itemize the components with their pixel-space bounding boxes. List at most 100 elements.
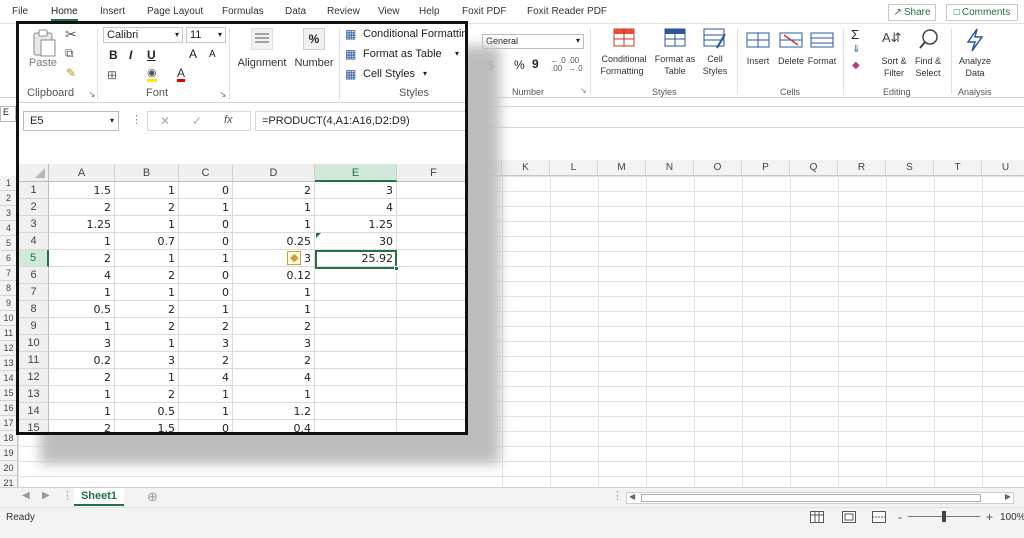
cell-b11[interactable]: 3: [115, 352, 179, 369]
number-button[interactable]: % Number: [291, 26, 337, 86]
format-painter-icon[interactable]: ✎: [66, 66, 76, 80]
menu-home[interactable]: Home: [51, 6, 78, 21]
comma-style-button[interactable]: 9: [532, 57, 539, 71]
zoom-in-button[interactable]: +: [986, 510, 993, 524]
cell-b5[interactable]: 1: [115, 250, 179, 267]
row-header-9[interactable]: 9: [19, 318, 49, 335]
cell-a4[interactable]: 1: [49, 233, 115, 250]
column-header[interactable]: Q: [790, 160, 838, 176]
increase-decimal-icon[interactable]: ←.0.00: [551, 57, 566, 73]
menu-review[interactable]: Review: [327, 6, 360, 17]
cell-b8[interactable]: 2: [115, 301, 179, 318]
normal-view-icon[interactable]: [810, 511, 824, 523]
menu-insert[interactable]: Insert: [100, 6, 125, 17]
cell-b7[interactable]: 1: [115, 284, 179, 301]
zoom-out-button[interactable]: -: [898, 510, 902, 524]
cell-b12[interactable]: 1: [115, 369, 179, 386]
menu-help[interactable]: Help: [419, 6, 440, 17]
scroll-left-icon[interactable]: ◀: [629, 492, 635, 501]
row-header-5[interactable]: 5: [19, 250, 49, 267]
column-header-e[interactable]: E: [315, 164, 397, 182]
percent-style-button[interactable]: %: [514, 58, 525, 72]
cell-d7[interactable]: 1: [233, 284, 315, 301]
cell-c5[interactable]: 1: [179, 250, 233, 267]
page-layout-view-icon[interactable]: [842, 511, 856, 523]
cell-a2[interactable]: 2: [49, 199, 115, 216]
cell-e2[interactable]: 4: [315, 199, 397, 216]
cell-d14[interactable]: 1.2: [233, 403, 315, 420]
conditional-formatting-button[interactable]: Conditional Formatting: [596, 26, 650, 86]
column-header[interactable]: P: [742, 160, 790, 176]
column-header-c[interactable]: C: [179, 164, 233, 182]
cell-f10[interactable]: [397, 335, 465, 352]
copy-icon[interactable]: ⧉: [65, 46, 74, 61]
cell-f6[interactable]: [397, 267, 465, 284]
column-header[interactable]: K: [502, 160, 550, 176]
cell-e1[interactable]: 3: [315, 182, 397, 199]
cell-d10[interactable]: 3: [233, 335, 315, 352]
borders-icon[interactable]: ⊞: [107, 68, 117, 82]
share-button[interactable]: ↗ Share: [888, 4, 936, 21]
cell-a3[interactable]: 1.25: [49, 216, 115, 233]
cell-c4[interactable]: 0: [179, 233, 233, 250]
row-header-11[interactable]: 11: [19, 352, 49, 369]
menu-foxit-reader-pdf[interactable]: Foxit Reader PDF: [527, 6, 607, 17]
fill-color-icon[interactable]: ◉: [147, 67, 157, 82]
cell-d1[interactable]: 2: [233, 182, 315, 199]
insert-cells-button[interactable]: Insert: [742, 26, 774, 86]
menu-view[interactable]: View: [378, 6, 400, 17]
insert-function-icon[interactable]: fx: [224, 114, 233, 126]
cell-e9[interactable]: [315, 318, 397, 335]
cell-d9[interactable]: 2: [233, 318, 315, 335]
cell-b15[interactable]: 1.5: [115, 420, 179, 432]
column-header[interactable]: L: [550, 160, 598, 176]
error-check-button[interactable]: ◆: [287, 251, 301, 265]
row-header-12[interactable]: 12: [19, 369, 49, 386]
cell-b2[interactable]: 2: [115, 199, 179, 216]
cell-a9[interactable]: 1: [49, 318, 115, 335]
cell-e6[interactable]: [315, 267, 397, 284]
cell-f9[interactable]: [397, 318, 465, 335]
bold-button[interactable]: B: [109, 48, 118, 62]
italic-button[interactable]: I: [129, 48, 132, 62]
paste-icon[interactable]: [31, 28, 57, 58]
clear-icon[interactable]: ◆: [852, 60, 860, 71]
cell-f1[interactable]: [397, 182, 465, 199]
cell-e4[interactable]: 30: [315, 233, 397, 250]
cell-f5[interactable]: [397, 250, 465, 267]
cell-e13[interactable]: [315, 386, 397, 403]
row-header-13[interactable]: 13: [19, 386, 49, 403]
cell-c14[interactable]: 1: [179, 403, 233, 420]
menu-foxit-pdf[interactable]: Foxit PDF: [462, 6, 506, 17]
column-header-f[interactable]: F: [397, 164, 465, 182]
row-header[interactable]: 20: [0, 461, 18, 476]
cell-f4[interactable]: [397, 233, 465, 250]
column-header-d[interactable]: D: [233, 164, 315, 182]
cell-d12[interactable]: 4: [233, 369, 315, 386]
cell-c9[interactable]: 2: [179, 318, 233, 335]
cell-c12[interactable]: 4: [179, 369, 233, 386]
comments-button[interactable]: □ Comments: [946, 4, 1018, 21]
column-header[interactable]: N: [646, 160, 694, 176]
cell-d13[interactable]: 1: [233, 386, 315, 403]
select-all-button[interactable]: [19, 164, 49, 182]
row-header-14[interactable]: 14: [19, 403, 49, 420]
paste-button[interactable]: Paste: [25, 58, 61, 69]
cell-c2[interactable]: 1: [179, 199, 233, 216]
cell-d5[interactable]: 3: [233, 250, 315, 267]
enter-icon[interactable]: ✓: [192, 114, 202, 128]
dialog-launcher-icon[interactable]: ↘: [580, 86, 587, 95]
cell-e15[interactable]: [315, 420, 397, 432]
cell-a5[interactable]: 2: [49, 250, 115, 267]
scroll-right-icon[interactable]: ▶: [1005, 492, 1011, 501]
zoom-level[interactable]: 100%: [1000, 512, 1024, 523]
cell-e11[interactable]: [315, 352, 397, 369]
menu-file[interactable]: File: [12, 6, 28, 17]
horizontal-scrollbar[interactable]: ◀ ▶: [626, 492, 1014, 504]
cell-f7[interactable]: [397, 284, 465, 301]
cut-icon[interactable]: ✂: [65, 26, 77, 43]
row-header[interactable]: 19: [0, 446, 18, 461]
cell-c7[interactable]: 0: [179, 284, 233, 301]
cell-f12[interactable]: [397, 369, 465, 386]
cell-a7[interactable]: 1: [49, 284, 115, 301]
